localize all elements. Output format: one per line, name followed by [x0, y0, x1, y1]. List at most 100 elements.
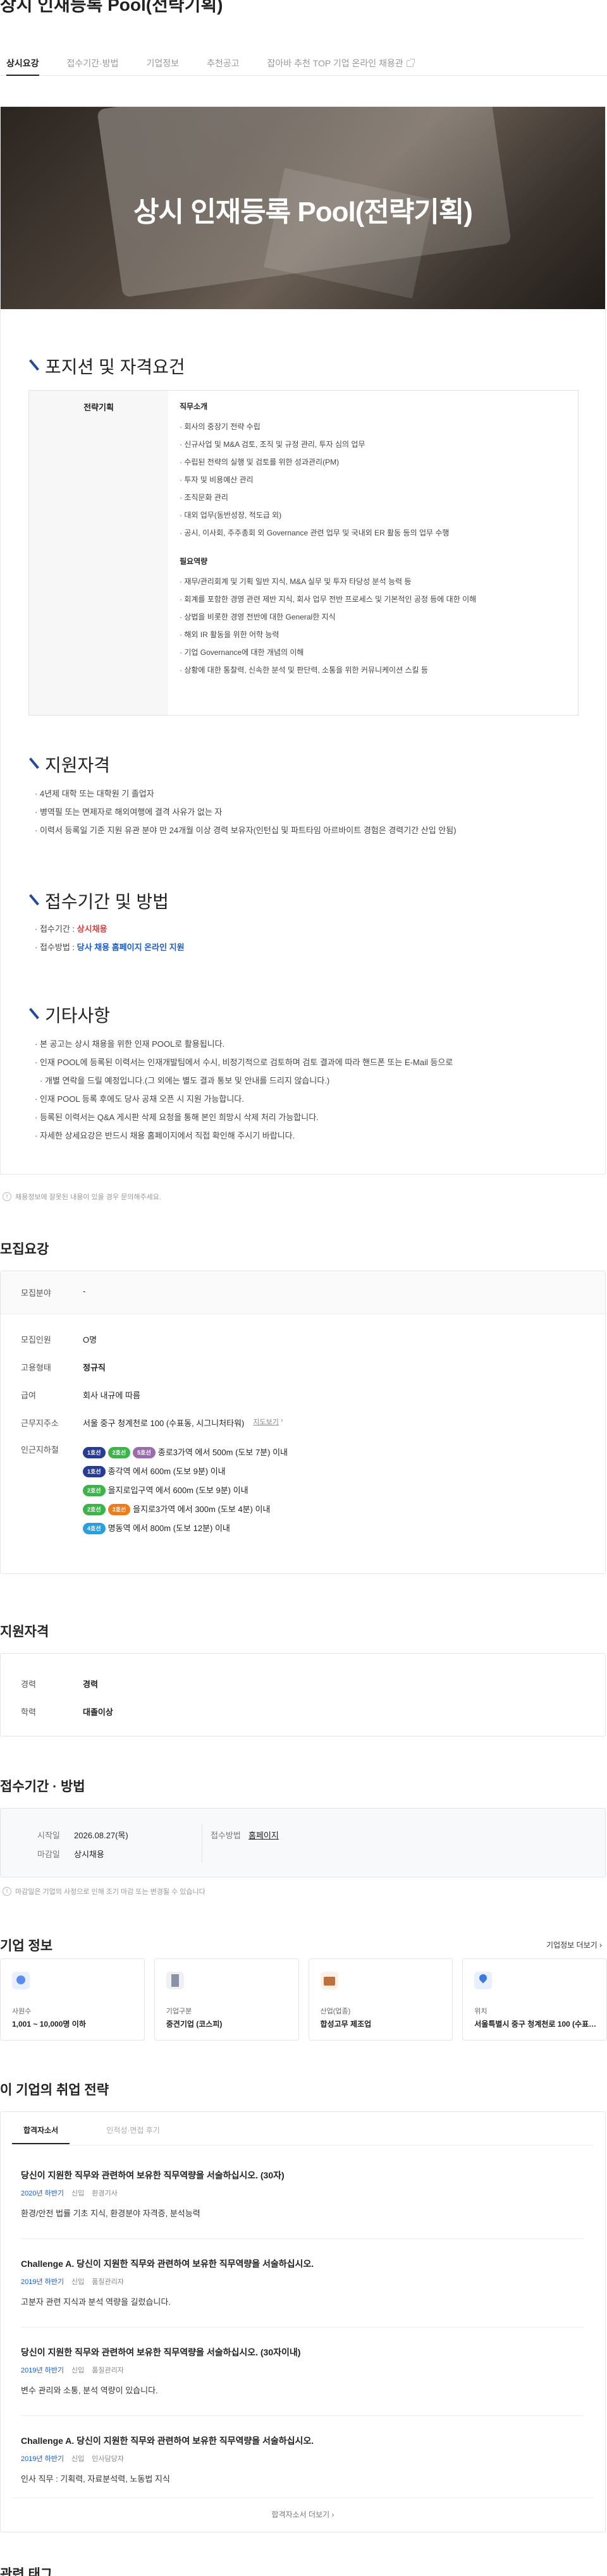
more-label: 합격자소서 더보기	[271, 2510, 330, 2519]
summary-count: 모집인원 O명	[1, 1333, 97, 1345]
cover-letter-item[interactable]: 당신이 지원한 직무와 관련하여 보유한 직무역량을 서술하십시오. (30자이…	[21, 2346, 584, 2396]
year: 2019년 하반기	[21, 2278, 64, 2286]
end-value: 상시채용	[74, 1850, 104, 1859]
chevron-right-icon: ›	[331, 2510, 334, 2519]
field-value: 경력	[83, 1680, 98, 1689]
chevron-right-icon: ›	[599, 1941, 602, 1950]
slash-mark-icon	[28, 361, 39, 371]
tags-heading: 관련 태그	[0, 2567, 53, 2576]
subway-station: 4호선 명동역 에서 800m (도보 12분) 이내	[83, 1519, 288, 1538]
tab-cover-letters[interactable]: 합격자소서	[12, 2125, 70, 2144]
summary-address: 근무지주소 서울 중구 청계천로 100 (수표동, 시그니처타워) 지도보기 ›	[1, 1417, 283, 1429]
card-value: 서울특별시 중구 청계천로 100 (수표동, 시그니처타워)	[474, 2020, 598, 2029]
duty-category: 전략기획	[29, 391, 168, 715]
summary-field: 모집분야 -	[1, 1286, 85, 1298]
qualification-heading: 지원자격	[0, 1625, 49, 1639]
duty-item: 신규사업 및 M&A 검토, 조직 및 규정 관리, 투자 심의 업무	[180, 436, 567, 453]
subway-line-badge: 2호선	[107, 1447, 131, 1458]
field-label: 인근지하철	[21, 1445, 59, 1455]
apply-method-row: 접수방법 : 당사 채용 홈페이지 온라인 지원	[35, 938, 185, 956]
tab-top-company[interactable]: 잡아바 추천 TOP 기업 온라인 채용관	[267, 52, 415, 75]
cover-letter-item[interactable]: 당신이 지원한 직무와 관련하여 보유한 직무역량을 서술하십시오. (30자)…	[21, 2169, 584, 2219]
duty-item: 회사의 중장기 전략 수립	[180, 418, 567, 436]
question: Challenge A. 당신이 지원한 직무와 관련하여 보유한 직무역량을 …	[21, 2259, 314, 2269]
field-value: 회사 내규에 따름	[83, 1391, 140, 1400]
kind: 신입	[71, 2278, 85, 2286]
kind: 신입	[71, 2190, 85, 2197]
map-link[interactable]: 지도보기	[253, 1417, 278, 1427]
apply-period-label: 접수기간 :	[39, 924, 75, 934]
card-label: 산업(업종)	[320, 2008, 351, 2015]
duty-item: 수립된 전략의 실행 및 검토를 위한 성과관리(PM)	[180, 453, 567, 471]
question: Challenge A. 당신이 지원한 직무와 관련하여 보유한 직무역량을 …	[21, 2436, 314, 2446]
company-more-link[interactable]: 기업정보 더보기 ›	[546, 1939, 602, 1950]
method-homepage-link[interactable]: 홈페이지	[248, 1829, 279, 1841]
job: 인사담당자	[92, 2455, 124, 2463]
qualification-item: 4년제 대학 또는 대학원 기 졸업자	[35, 784, 457, 803]
year: 2020년 하반기	[21, 2190, 64, 2197]
field-value: O명	[83, 1335, 97, 1345]
apply-method-value[interactable]: 당사 채용 홈페이지 온라인 지원	[77, 943, 185, 952]
strategy-box: 합격자소서 인적성·면접 후기 당신이 지원한 직무와 관련하여 보유한 직무역…	[0, 2111, 606, 2532]
subway-line-badge: 1호선	[83, 1447, 106, 1458]
station-text: 종각역 에서 600m (도보 9분) 이내	[107, 1467, 226, 1476]
section-heading-position: 포지션 및 자격요건	[28, 353, 185, 379]
divider	[21, 2327, 584, 2328]
company-cards: 사원수 1,001 ~ 10,000명 이하 기업구분 중견기업 (코스피) 산업(…	[0, 1958, 607, 2041]
tab-apply-period[interactable]: 접수기간·방법	[67, 52, 119, 75]
qualification-item: 이력서 등록일 기준 지원 유관 분야 만 24개월 이상 경력 보유자(인턴십…	[35, 821, 457, 839]
year: 2019년 하반기	[21, 2455, 64, 2463]
subway-station: 1호선 종각역 에서 600m (도보 9분) 이내	[83, 1462, 288, 1481]
field-label: 모집인원	[21, 1335, 51, 1345]
duty-details: 직무소개 회사의 중장기 전략 수립 신규사업 및 M&A 검토, 조직 및 규…	[168, 391, 578, 715]
cover-letter-item[interactable]: Challenge A. 당신이 지원한 직무와 관련하여 보유한 직무역량을 …	[21, 2434, 584, 2484]
tab-recommended[interactable]: 추천공고	[207, 52, 240, 75]
card-label: 사원수	[12, 2008, 32, 2015]
skill-item: 상법을 비롯한 경영 전반에 대한 General한 지식	[180, 608, 567, 626]
etc-list: 본 공고는 상시 채용을 위한 인재 POOL로 활용됩니다. 인재 POOL에…	[35, 1035, 453, 1145]
field-label: 학력	[21, 1707, 36, 1717]
company-heading: 기업 정보	[0, 1939, 53, 1953]
tabs-divider	[12, 2145, 594, 2146]
etc-item: 본 공고는 상시 채용을 위한 인재 POOL로 활용됩니다.	[35, 1035, 453, 1053]
answer: 고분자 관련 지식과 분석 역량을 길렀습니다.	[21, 2297, 171, 2307]
cover-letter-more-button[interactable]: 합격자소서 더보기 ›	[1, 2509, 605, 2520]
apply-period-row: 접수기간 : 상시채용	[35, 920, 185, 938]
section-heading-qualification: 지원자격	[28, 752, 110, 777]
field-label: 모집분야	[21, 1288, 51, 1298]
tab-interview-reviews[interactable]: 인적성·면접 후기	[95, 2125, 171, 2144]
subway-station: 1호선 2호선 5호선 종로3가역 에서 500m (도보 7분) 이내	[83, 1443, 288, 1462]
card-label: 위치	[474, 2008, 487, 2015]
subway-station: 2호선 3호선 을지로3가역 에서 300m (도보 4분) 이내	[83, 1500, 288, 1519]
qualification-list: 4년제 대학 또는 대학원 기 졸업자 병역필 또는 면제자로 해외여행에 결격…	[35, 784, 457, 839]
company-card-location: 위치서울특별시 중구 청계천로 100 (수표동, 시그니처타워)	[462, 1958, 607, 2041]
apply-list: 접수기간 : 상시채용 접수방법 : 당사 채용 홈페이지 온라인 지원	[35, 920, 185, 956]
tab-summary[interactable]: 상시요강	[6, 52, 39, 76]
apply-method-label: 접수방법 :	[39, 943, 75, 952]
card-value: 합성고무 제조업	[320, 2020, 372, 2029]
field-label: 급여	[21, 1391, 36, 1400]
card-value: 1,001 ~ 10,000명 이하	[12, 2020, 86, 2029]
subway-station: 2호선 을지로입구역 에서 600m (도보 9분) 이내	[83, 1481, 288, 1500]
report-notice-text: 채용정보에 잘못된 내용이 있을 경우 문의해주세요.	[15, 1193, 161, 1201]
field-label: 경력	[21, 1680, 36, 1689]
station-text: 명동역 에서 800m (도보 12분) 이내	[107, 1523, 230, 1533]
company-card-employees: 사원수 1,001 ~ 10,000명 이하	[0, 1958, 145, 2041]
period-notice-text: 마감일은 기업의 사정으로 인해 조기 마감 또는 변경될 수 있습니다	[15, 1888, 205, 1896]
subway-line-badge: 5호선	[133, 1447, 156, 1458]
year: 2019년 하반기	[21, 2367, 64, 2374]
period-box: 시작일 2026.08.27(목) 마감일 상시채용 접수방법 홈페이지	[0, 1808, 606, 1877]
cover-letter-item[interactable]: Challenge A. 당신이 지원한 직무와 관련하여 보유한 직무역량을 …	[21, 2257, 584, 2307]
job-detail-panel: 상시 인재등록 Pool(전략기획) 포지션 및 자격요건 전략기획 직무소개 …	[0, 106, 606, 1175]
summary-box: 모집분야 - 모집인원 O명 고용형태 정규직 급여 회사 내규에 따름 근무지주소 서울…	[0, 1271, 606, 1574]
section-heading-text: 접수기간 및 방법	[45, 892, 169, 912]
skill-item: 기업 Governance에 대한 개념의 이해	[180, 644, 567, 661]
field-value: 정규직	[83, 1363, 106, 1372]
kind: 신입	[71, 2455, 85, 2463]
building-icon	[166, 1972, 184, 1989]
tab-company-info[interactable]: 기업정보	[146, 52, 179, 75]
report-notice[interactable]: ! 채용정보에 잘못된 내용이 있을 경우 문의해주세요.	[3, 1192, 161, 1202]
station-text: 을지로입구역 에서 600m (도보 9분) 이내	[107, 1486, 248, 1495]
divider	[21, 2415, 584, 2416]
subway-line-badge: 2호선	[83, 1485, 106, 1496]
